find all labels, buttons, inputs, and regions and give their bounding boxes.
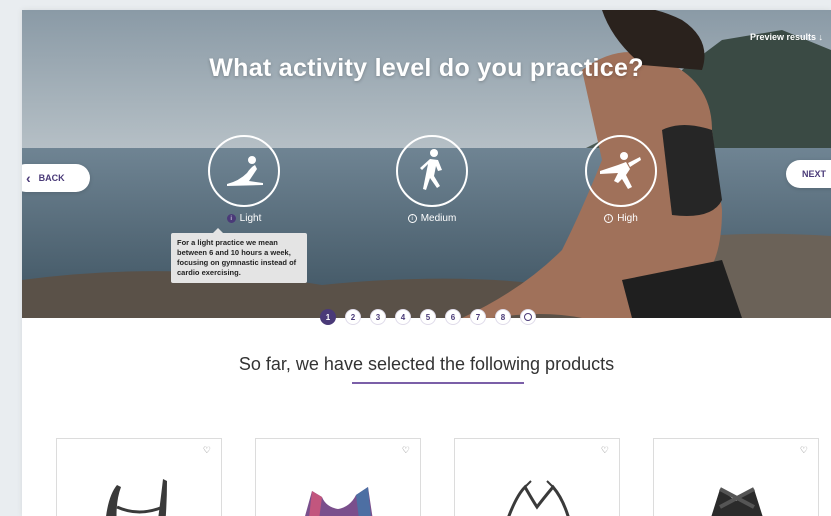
option-medium[interactable]: i Medium bbox=[377, 135, 487, 225]
sports-bra-image bbox=[507, 480, 570, 516]
main-frame: Preview results ↓ What activity level do… bbox=[22, 10, 831, 516]
back-button-label: BACK bbox=[38, 173, 65, 183]
option-high[interactable]: i High bbox=[566, 135, 676, 225]
preview-results-link[interactable]: Preview results ↓ bbox=[750, 32, 823, 42]
option-medium-label: Medium bbox=[420, 213, 457, 224]
back-button[interactable]: ‹ BACK bbox=[22, 164, 90, 192]
heart-icon[interactable]: ♡ bbox=[402, 445, 410, 456]
info-icon[interactable]: i bbox=[407, 214, 417, 223]
step-3[interactable]: 3 bbox=[370, 309, 386, 325]
yoga-pose-icon bbox=[208, 135, 280, 207]
step-4[interactable]: 4 bbox=[395, 309, 411, 325]
chevron-left-icon: ‹ bbox=[26, 170, 31, 186]
step-1[interactable]: 1 bbox=[320, 309, 336, 325]
heart-icon[interactable]: ♡ bbox=[203, 445, 211, 456]
heart-icon[interactable]: ♡ bbox=[601, 445, 609, 456]
step-8[interactable]: 8 bbox=[495, 309, 511, 325]
sports-bra-image bbox=[106, 479, 167, 516]
info-icon[interactable]: i bbox=[226, 214, 236, 223]
next-button-label: NEXT bbox=[802, 169, 827, 179]
light-info-tooltip: For a light practice we mean between 6 a… bbox=[171, 228, 307, 283]
products-section-title: So far, we have selected the following p… bbox=[238, 354, 615, 374]
page-title: What activity level do you practice? bbox=[209, 54, 644, 82]
step-6[interactable]: 6 bbox=[445, 309, 461, 325]
heart-icon[interactable]: ♡ bbox=[800, 445, 808, 456]
step-5[interactable]: 5 bbox=[420, 309, 436, 325]
option-high-label: High bbox=[617, 213, 638, 224]
product-card[interactable]: ♡ bbox=[255, 438, 421, 516]
product-card[interactable]: ♡ bbox=[653, 438, 819, 516]
step-results[interactable] bbox=[520, 309, 536, 325]
product-card[interactable]: ♡ bbox=[56, 438, 222, 516]
option-light-label: Light bbox=[239, 213, 262, 224]
next-button[interactable]: NEXT bbox=[786, 160, 831, 188]
step-7[interactable]: 7 bbox=[470, 309, 486, 325]
results-circle-icon bbox=[524, 313, 532, 321]
step-2[interactable]: 2 bbox=[345, 309, 361, 325]
sports-bra-image bbox=[711, 487, 763, 516]
product-card[interactable]: ♡ bbox=[454, 438, 620, 516]
option-light[interactable]: i Light bbox=[189, 135, 299, 225]
step-indicator: 1 2 3 4 5 6 7 8 bbox=[320, 309, 536, 325]
hero-banner: Preview results ↓ What activity level do… bbox=[22, 10, 831, 318]
runner-icon bbox=[396, 135, 468, 207]
kick-icon bbox=[585, 135, 657, 207]
info-icon[interactable]: i bbox=[604, 214, 614, 223]
title-underline bbox=[352, 382, 524, 384]
sports-bra-image bbox=[305, 487, 373, 516]
